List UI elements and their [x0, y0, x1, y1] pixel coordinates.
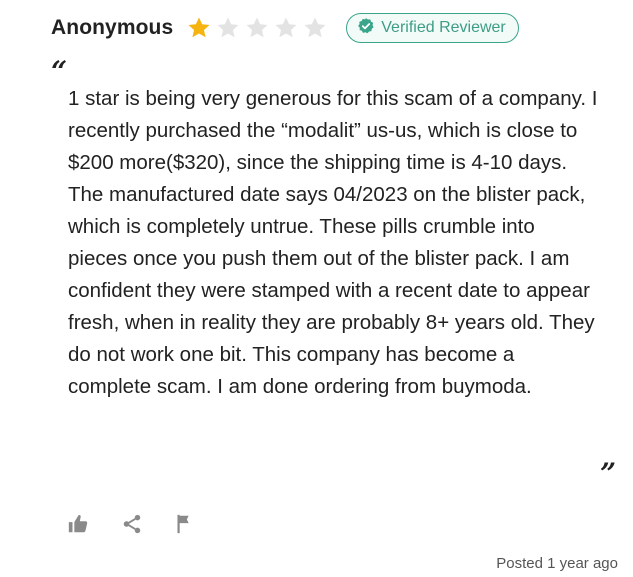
star-empty-icon [244, 15, 270, 41]
review-card: Anonymous Verified Reviewer “ 1 star is … [0, 0, 633, 577]
star-empty-icon [302, 15, 328, 41]
open-quote-mark: “ [51, 55, 68, 88]
share-icon[interactable] [121, 513, 143, 539]
verified-reviewer-badge: Verified Reviewer [346, 13, 519, 43]
thumbs-up-icon[interactable] [67, 513, 89, 539]
author-name: Anonymous [51, 16, 174, 39]
check-shield-icon [357, 17, 375, 39]
posted-timestamp: Posted 1 year ago [496, 555, 618, 572]
verified-reviewer-label: Verified Reviewer [381, 19, 506, 36]
close-quote-mark: ” [600, 457, 617, 490]
review-actions [67, 513, 195, 539]
star-rating [186, 15, 328, 41]
star-empty-icon [273, 15, 299, 41]
flag-icon[interactable] [175, 513, 195, 539]
review-text: 1 star is being very generous for this s… [68, 87, 598, 398]
star-empty-icon [215, 15, 241, 41]
review-header: Anonymous Verified Reviewer [51, 13, 519, 43]
star-filled-icon [186, 15, 212, 41]
